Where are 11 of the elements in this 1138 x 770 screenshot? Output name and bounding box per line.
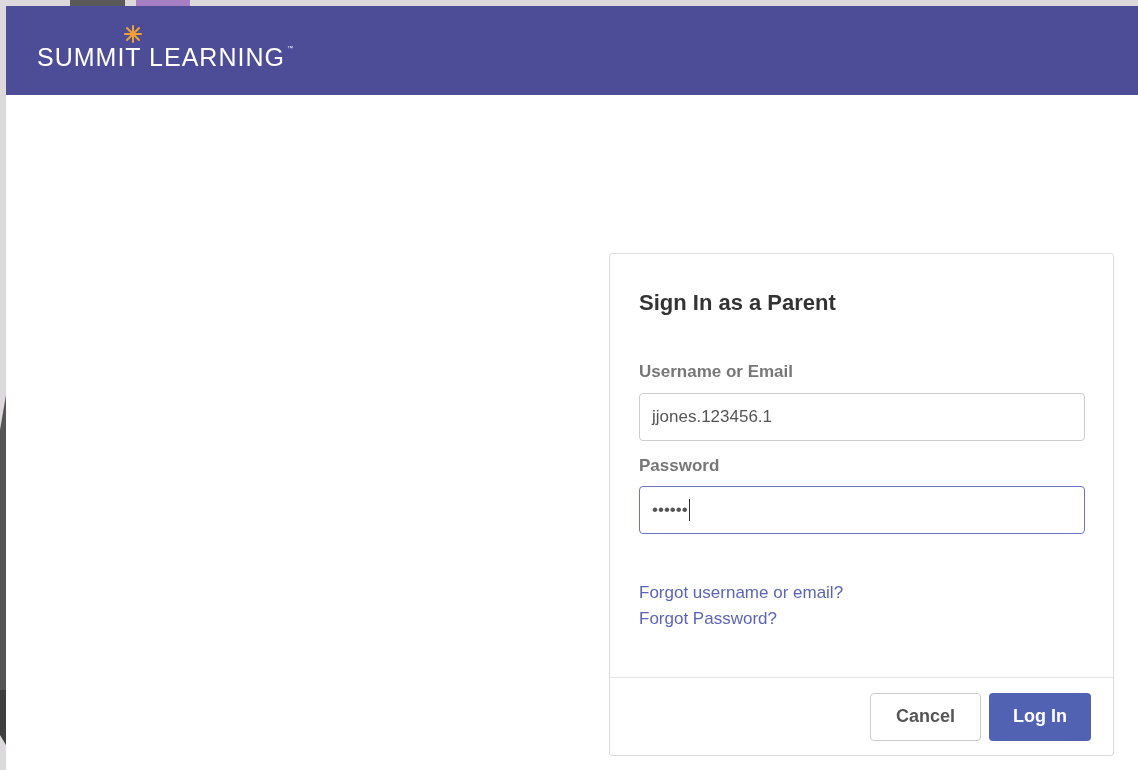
log-in-button[interactable]: Log In xyxy=(989,692,1091,741)
sun-icon xyxy=(124,25,142,43)
dialog-title: Sign In as a Parent xyxy=(639,289,837,317)
forgot-link[interactable]: Forgot username or email? xyxy=(639,580,844,606)
cancel-button[interactable]: Cancel xyxy=(870,692,981,741)
field-label: Username or Email xyxy=(639,361,794,383)
forgot-link[interactable]: Forgot Password? xyxy=(639,606,777,632)
input-field[interactable]: jjones.123456.1 xyxy=(639,392,1085,441)
input-field[interactable]: •••••• xyxy=(639,486,1085,534)
logo-text: SUMMIT LEARNING xyxy=(37,45,285,70)
field-label: Password xyxy=(639,454,721,477)
